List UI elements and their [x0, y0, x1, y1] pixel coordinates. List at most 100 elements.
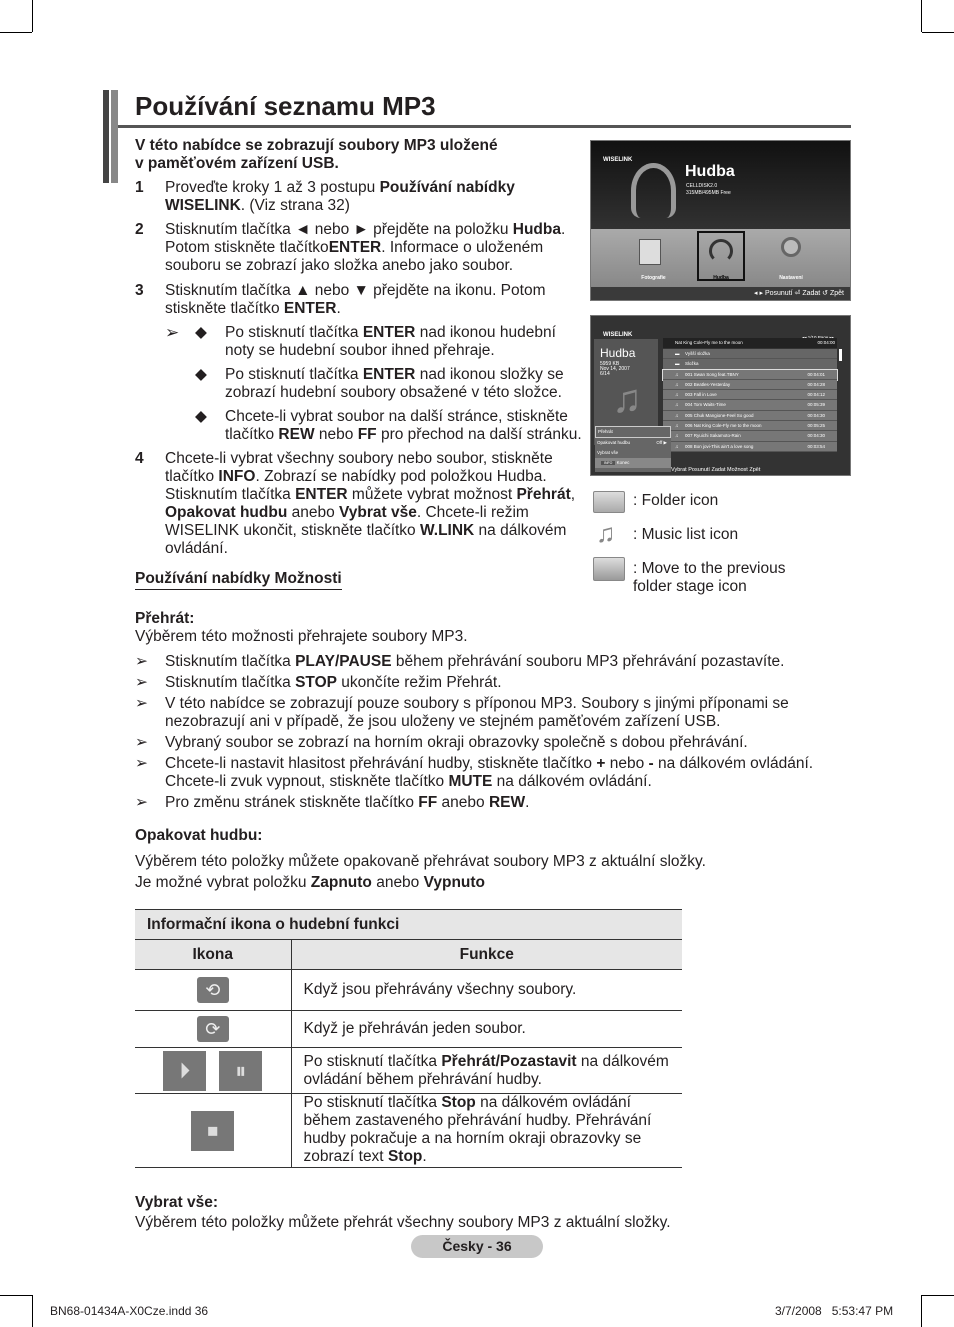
photo-icon	[639, 239, 661, 265]
text-run: Po stisknutí tlačítka	[303, 1052, 442, 1070]
bold-term: REW	[278, 426, 315, 443]
bold-term: W.LINK	[420, 522, 475, 539]
exit-label[interactable]: Konec	[617, 460, 630, 465]
settings-gear-icon	[781, 237, 801, 257]
table-row: ⏵ ⏸ Po stisknutí tlačítka Přehrát/Pozasta…	[135, 1047, 682, 1094]
music-note-icon: ♫	[675, 423, 679, 429]
screen-title: Hudba	[685, 163, 735, 180]
bold-term: Stop	[387, 1148, 423, 1165]
now-playing-bar: Nat King Cole-Fly me to the moon 00:04:0…	[663, 338, 837, 348]
file-list-item[interactable]: ♫ 006 Nat King Cole-Fly me to the moon 00:…	[663, 421, 837, 432]
text-run: můžete vybrat možnost	[347, 486, 517, 503]
bold-term: Stop	[441, 1094, 476, 1111]
repeat-one-icon: ⟳	[196, 1016, 229, 1042]
file-name: Vyšší složka	[685, 351, 710, 356]
file-list: ▬ Vyšší složka ▬ Složka ♫ 001 Swan Song feat.…	[662, 349, 838, 452]
bold-term: FF	[418, 794, 438, 811]
text-run: Když jsou přehrávány všechny soubory.	[303, 981, 577, 998]
text-run: Stisknutím tlačítka	[165, 653, 296, 670]
file-name: Složka	[685, 361, 699, 367]
file-list-item[interactable]: ♫ 003 Fall in Love 00:04:12	[663, 390, 837, 401]
file-name: 003 Fall in Love	[685, 392, 717, 398]
headphones-icon	[631, 163, 676, 218]
text-run: Stisknutím tlačítka ◄ nebo ► přejděte na…	[165, 221, 513, 238]
text-run: během přehrávání souboru MP3 přehrávání …	[391, 653, 785, 670]
step-number: 2	[135, 221, 144, 238]
option-repeat[interactable]: Opakovat hudbu Off ▶	[595, 438, 671, 448]
table-cell: Po stisknutí tlačítka Stop na dálkovém o…	[291, 1093, 682, 1168]
header-bar	[103, 90, 109, 183]
menu-item-settings[interactable]: Nastavení	[766, 269, 816, 287]
footer-date: 3/7/2008 5:53:47 PM	[775, 1304, 894, 1318]
menu-item-music[interactable]: Hudba	[697, 231, 745, 281]
music-note-icon: ♫	[675, 371, 679, 377]
note-arrow-icon: ➢	[135, 653, 148, 670]
bold-term: Přehrát/Pozastavit	[441, 1052, 577, 1070]
bold-term: Přehrát	[516, 486, 571, 503]
text-run: Po stisknutí tlačítka	[225, 366, 363, 383]
option-select-all[interactable]: Vybrat vše	[595, 448, 671, 458]
bold-term: FF	[357, 426, 377, 443]
file-list-item[interactable]: ♫ 004 Tom Waits-Time 00:05:39	[663, 400, 837, 411]
previous-folder-icon	[593, 557, 625, 581]
text-run: anebo	[437, 794, 489, 811]
step3-notes: ◆ Po stisknutí tlačítka ENTER nad ikonou …	[195, 324, 585, 444]
file-list-item[interactable]: ▬ Vyšší složka	[663, 349, 837, 360]
intro-line: v paměťovém zařízení USB.	[135, 155, 585, 173]
text-run: Chcete-li nastavit hlasitost přehrávání …	[165, 755, 597, 772]
repeat-desc-line: Je možné vybrat položku Zapnuto anebo Vy…	[135, 874, 835, 892]
screen-footer-hints: ◂ ▸ Posunutí ⏎ Zadat ↺ Zpět	[754, 290, 844, 297]
music-list-icon: ♫	[596, 518, 616, 548]
file-list-item[interactable]: ♫ 002 Beatles-Yesterday 00:04:28	[663, 379, 837, 391]
music-icon-table: Informační ikona o hudební funkci Ikona F…	[135, 909, 682, 1168]
step-number: 1	[135, 179, 144, 196]
bold-term: Opakovat hudbu	[165, 504, 288, 521]
now-playing-time: 00:04:00	[817, 340, 835, 345]
music-note-icon: ♫	[675, 381, 679, 387]
legend-label: : Move to the previous folder stage icon	[633, 560, 786, 595]
play-heading: Přehrát:	[135, 610, 195, 627]
table-row: ⏹ Po stisknutí tlačítka Stop na dálkovém …	[135, 1093, 682, 1168]
diamond-bullet-icon: ◆	[195, 408, 207, 425]
note-arrow-icon: ➢	[135, 674, 148, 691]
play-desc: Výběrem této možnosti přehrajete soubory…	[135, 628, 468, 645]
file-list-item[interactable]: ♫ 007 Ryuichi Sakamoto-Rain 00:04:30	[663, 431, 837, 442]
bold-term: ENTER	[283, 300, 337, 317]
note-arrow-icon: ➢	[165, 323, 180, 342]
menu-item-photos[interactable]: Fotografie	[631, 269, 676, 287]
text-run: .	[422, 1148, 427, 1165]
stop-icon: ⏹	[191, 1110, 235, 1151]
bold-term: v paměťovém zařízení USB.	[135, 155, 339, 172]
screen-title: Hudba	[600, 346, 636, 360]
text-run: Pro změnu stránek stiskněte tlačítko	[165, 794, 419, 811]
step-text: Chcete-li vybrat všechny soubory nebo so…	[165, 450, 580, 558]
text-run: Proveďte kroky 1 až 3 postupu	[165, 179, 380, 196]
bold-term: Hudba	[512, 221, 561, 238]
folder-icon: ▬	[675, 361, 680, 367]
option-play[interactable]: Přehrát	[595, 426, 671, 438]
file-name: 007 Ryuichi Sakamoto-Rain	[685, 433, 741, 439]
folder-icon: ▬	[675, 351, 680, 356]
text-run: ukončíte režim Přehrát.	[337, 674, 502, 691]
scrollbar[interactable]	[839, 349, 842, 361]
screen-footer-hints: Vybrat Posunutí Zadat Možnost Zpět	[671, 467, 761, 473]
file-name: 008 Bon jovi-This ain't a love song	[685, 443, 754, 449]
table-caption: Informační ikona o hudební funkci	[135, 909, 682, 940]
file-name: 002 Beatles-Yesterday	[685, 381, 731, 387]
note-text: Chcete-li nastavit hlasitost přehrávání …	[165, 755, 813, 790]
text-run: nebo	[605, 755, 649, 772]
file-name: 004 Tom Waits-Time	[685, 402, 726, 408]
file-list-item[interactable]: ▬ Složka	[663, 359, 837, 370]
file-list-item[interactable]: ♫ 005 Chuk Mangione-Feel So good 00:04:30	[663, 410, 837, 422]
note-text: Vybraný soubor se zobrazí na horním okra…	[165, 734, 748, 751]
repeat-heading: Opakovat hudbu:	[135, 827, 263, 844]
menu-label: Hudba	[713, 275, 729, 281]
file-list-item[interactable]: ♫ 008 Bon jovi-This ain't a love song 00:0…	[663, 441, 837, 452]
file-list-item[interactable]: ♫ 001 Swan Song feat.TBNY 00:04:01	[662, 368, 838, 381]
text-run: na dálkovém ovládání.	[492, 773, 652, 790]
page-title: Používání seznamu MP3	[135, 91, 436, 121]
bold-term: PLAY/PAUSE	[295, 653, 392, 670]
bold-term: ENTER	[362, 324, 416, 341]
note-text: Pro změnu stránek stiskněte tlačítko FF …	[165, 794, 529, 811]
column-header-function: Funkce	[291, 939, 682, 970]
